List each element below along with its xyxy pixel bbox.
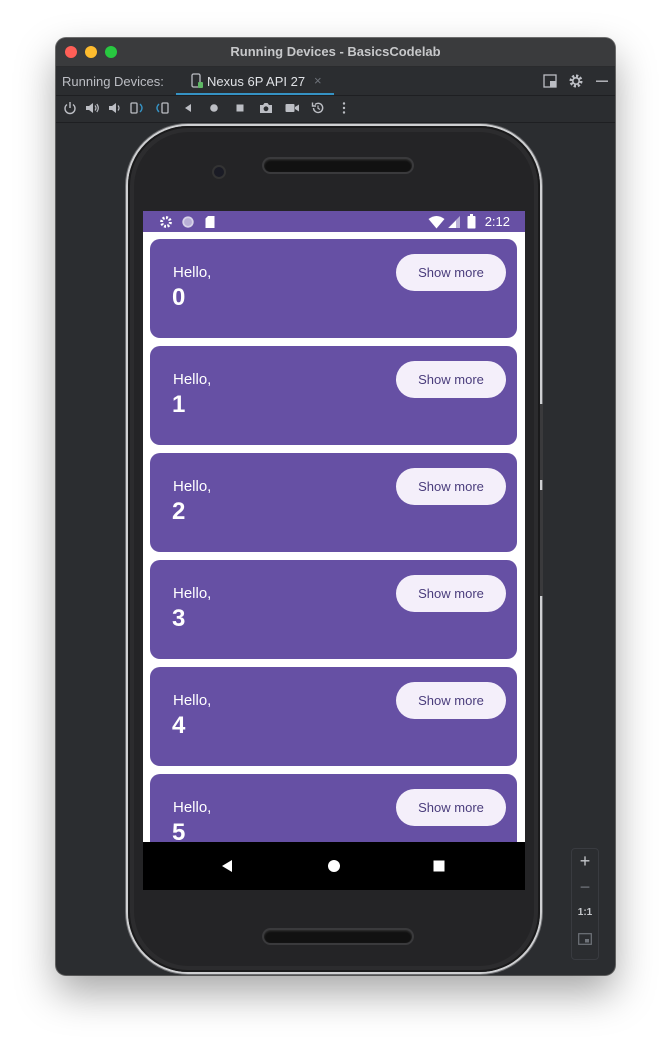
more-icon[interactable] (336, 100, 352, 116)
greeting-card: Hello, 1 Show more (150, 346, 517, 445)
volume-up-icon[interactable] (84, 100, 100, 116)
greeting-card: Hello, 5 Show more (150, 774, 517, 842)
window-title: Running Devices - BasicsCodelab (230, 44, 441, 59)
greeting-card: Hello, 0 Show more (150, 239, 517, 338)
status-time: 2:12 (484, 214, 510, 229)
tab-nexus-6p[interactable]: Nexus 6P API 27 × (176, 67, 334, 95)
tab-label: Nexus 6P API 27 (207, 74, 306, 89)
recents-square-icon[interactable] (433, 860, 445, 872)
running-devices-tabbar: Running Devices: Nexus 6P API 27 × (56, 67, 615, 96)
home-icon[interactable] (206, 100, 222, 116)
rotate-right-icon[interactable] (154, 100, 170, 116)
show-more-button[interactable]: Show more (396, 682, 506, 719)
circle-icon (182, 216, 194, 228)
top-speaker (264, 159, 412, 172)
rotate-left-icon[interactable] (129, 100, 145, 116)
minimize-icon[interactable] (594, 73, 610, 89)
show-more-button[interactable]: Show more (396, 789, 506, 826)
volume-side-button (540, 490, 543, 596)
ide-window: Running Devices - BasicsCodelab Running … (56, 38, 615, 975)
card-greeting: Hello, (173, 585, 212, 602)
card-greeting: Hello, (173, 799, 212, 816)
card-number: 1 (172, 391, 186, 418)
device-screen[interactable]: 2:12 Hello, 0 Show more Hello, 1 Show mo… (143, 211, 525, 890)
zoom-out-button[interactable]: − (572, 877, 598, 898)
greeting-card: Hello, 3 Show more (150, 560, 517, 659)
greeting-list[interactable]: Hello, 0 Show more Hello, 1 Show more He… (143, 232, 525, 842)
tab-close-icon[interactable]: × (314, 73, 322, 88)
restore-layout-icon[interactable] (542, 73, 558, 89)
title-bar: Running Devices - BasicsCodelab (56, 38, 615, 67)
bottom-speaker (264, 930, 412, 943)
device-toolbar (56, 96, 615, 123)
battery-icon (467, 214, 476, 229)
phone-device-icon (191, 73, 203, 88)
power-icon[interactable] (62, 100, 78, 116)
show-more-button[interactable]: Show more (396, 575, 506, 612)
sd-card-icon (205, 216, 215, 228)
greeting-card: Hello, 4 Show more (150, 667, 517, 766)
actual-size-button[interactable]: 1:1 (572, 907, 598, 918)
card-number: 2 (172, 498, 186, 525)
gear-icon (160, 216, 172, 228)
navigation-bar (143, 842, 525, 890)
card-number: 5 (172, 819, 186, 842)
camera-icon[interactable] (258, 100, 274, 116)
show-more-button[interactable]: Show more (396, 468, 506, 505)
show-more-button[interactable]: Show more (396, 254, 506, 291)
card-number: 4 (172, 712, 186, 739)
overview-icon[interactable] (232, 100, 248, 116)
status-bar: 2:12 (143, 211, 525, 232)
card-number: 0 (172, 284, 186, 311)
back-icon[interactable] (180, 100, 196, 116)
tabbar-label: Running Devices: (62, 74, 164, 89)
card-greeting: Hello, (173, 371, 212, 388)
back-triangle-icon[interactable] (220, 858, 234, 874)
card-greeting: Hello, (173, 478, 212, 495)
show-more-button[interactable]: Show more (396, 361, 506, 398)
front-camera (214, 167, 224, 177)
home-circle-icon[interactable] (327, 859, 341, 873)
card-number: 3 (172, 605, 186, 632)
zoom-panel: + − 1:1 (571, 848, 599, 960)
signal-icon (448, 216, 460, 228)
greeting-card: Hello, 2 Show more (150, 453, 517, 552)
reset-icon[interactable] (310, 100, 326, 116)
card-greeting: Hello, (173, 692, 212, 709)
fit-screen-icon[interactable] (578, 933, 592, 945)
wifi-icon (428, 216, 445, 229)
zoom-in-button[interactable]: + (572, 851, 598, 872)
record-icon[interactable] (284, 100, 300, 116)
volume-down-icon[interactable] (106, 100, 122, 116)
gear-icon[interactable] (568, 73, 584, 89)
card-greeting: Hello, (173, 264, 212, 281)
power-side-button (540, 404, 543, 480)
